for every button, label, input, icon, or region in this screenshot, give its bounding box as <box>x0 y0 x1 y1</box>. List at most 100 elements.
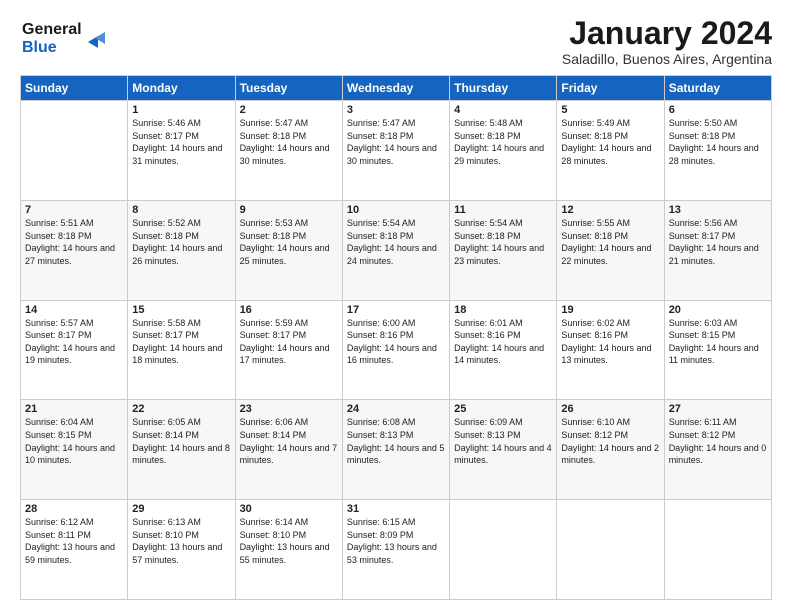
day-info: Sunrise: 6:05 AMSunset: 8:14 PMDaylight:… <box>132 416 230 466</box>
day-info: Sunrise: 5:50 AMSunset: 8:18 PMDaylight:… <box>669 117 767 167</box>
week-row-2: 14Sunrise: 5:57 AMSunset: 8:17 PMDayligh… <box>21 300 772 400</box>
day-number: 28 <box>25 503 123 515</box>
week-row-1: 7Sunrise: 5:51 AMSunset: 8:18 PMDaylight… <box>21 200 772 300</box>
day-number: 25 <box>454 403 552 415</box>
day-info: Sunrise: 5:53 AMSunset: 8:18 PMDaylight:… <box>240 217 338 267</box>
day-info: Sunrise: 5:57 AMSunset: 8:17 PMDaylight:… <box>25 317 123 367</box>
main-title: January 2024 <box>562 16 772 51</box>
day-info: Sunrise: 6:13 AMSunset: 8:10 PMDaylight:… <box>132 516 230 566</box>
day-number: 1 <box>132 104 230 116</box>
day-number: 24 <box>347 403 445 415</box>
calendar-cell <box>450 500 557 600</box>
day-info: Sunrise: 6:10 AMSunset: 8:12 PMDaylight:… <box>561 416 659 466</box>
calendar-cell: 3Sunrise: 5:47 AMSunset: 8:18 PMDaylight… <box>342 101 449 201</box>
day-number: 2 <box>240 104 338 116</box>
calendar-cell: 23Sunrise: 6:06 AMSunset: 8:14 PMDayligh… <box>235 400 342 500</box>
header-cell-wednesday: Wednesday <box>342 76 449 101</box>
day-info: Sunrise: 6:03 AMSunset: 8:15 PMDaylight:… <box>669 317 767 367</box>
calendar: SundayMondayTuesdayWednesdayThursdayFrid… <box>20 75 772 600</box>
day-number: 3 <box>347 104 445 116</box>
calendar-cell: 24Sunrise: 6:08 AMSunset: 8:13 PMDayligh… <box>342 400 449 500</box>
calendar-cell: 6Sunrise: 5:50 AMSunset: 8:18 PMDaylight… <box>664 101 771 201</box>
calendar-cell: 25Sunrise: 6:09 AMSunset: 8:13 PMDayligh… <box>450 400 557 500</box>
day-number: 4 <box>454 104 552 116</box>
calendar-cell: 13Sunrise: 5:56 AMSunset: 8:17 PMDayligh… <box>664 200 771 300</box>
calendar-cell: 22Sunrise: 6:05 AMSunset: 8:14 PMDayligh… <box>128 400 235 500</box>
title-block: January 2024 Saladillo, Buenos Aires, Ar… <box>562 16 772 67</box>
day-info: Sunrise: 5:59 AMSunset: 8:17 PMDaylight:… <box>240 317 338 367</box>
calendar-cell: 14Sunrise: 5:57 AMSunset: 8:17 PMDayligh… <box>21 300 128 400</box>
week-row-3: 21Sunrise: 6:04 AMSunset: 8:15 PMDayligh… <box>21 400 772 500</box>
calendar-cell: 19Sunrise: 6:02 AMSunset: 8:16 PMDayligh… <box>557 300 664 400</box>
calendar-cell: 18Sunrise: 6:01 AMSunset: 8:16 PMDayligh… <box>450 300 557 400</box>
day-info: Sunrise: 6:01 AMSunset: 8:16 PMDaylight:… <box>454 317 552 367</box>
calendar-cell: 10Sunrise: 5:54 AMSunset: 8:18 PMDayligh… <box>342 200 449 300</box>
calendar-cell: 2Sunrise: 5:47 AMSunset: 8:18 PMDaylight… <box>235 101 342 201</box>
day-number: 10 <box>347 204 445 216</box>
calendar-cell: 26Sunrise: 6:10 AMSunset: 8:12 PMDayligh… <box>557 400 664 500</box>
day-info: Sunrise: 6:12 AMSunset: 8:11 PMDaylight:… <box>25 516 123 566</box>
day-number: 30 <box>240 503 338 515</box>
week-row-4: 28Sunrise: 6:12 AMSunset: 8:11 PMDayligh… <box>21 500 772 600</box>
subtitle: Saladillo, Buenos Aires, Argentina <box>562 51 772 67</box>
day-number: 12 <box>561 204 659 216</box>
day-number: 27 <box>669 403 767 415</box>
calendar-cell: 4Sunrise: 5:48 AMSunset: 8:18 PMDaylight… <box>450 101 557 201</box>
calendar-cell: 9Sunrise: 5:53 AMSunset: 8:18 PMDaylight… <box>235 200 342 300</box>
day-number: 15 <box>132 304 230 316</box>
day-info: Sunrise: 6:04 AMSunset: 8:15 PMDaylight:… <box>25 416 123 466</box>
header-cell-thursday: Thursday <box>450 76 557 101</box>
calendar-cell: 21Sunrise: 6:04 AMSunset: 8:15 PMDayligh… <box>21 400 128 500</box>
day-number: 26 <box>561 403 659 415</box>
day-info: Sunrise: 6:08 AMSunset: 8:13 PMDaylight:… <box>347 416 445 466</box>
day-info: Sunrise: 5:58 AMSunset: 8:17 PMDaylight:… <box>132 317 230 367</box>
calendar-cell: 17Sunrise: 6:00 AMSunset: 8:16 PMDayligh… <box>342 300 449 400</box>
day-number: 13 <box>669 204 767 216</box>
day-number: 14 <box>25 304 123 316</box>
day-info: Sunrise: 6:14 AMSunset: 8:10 PMDaylight:… <box>240 516 338 566</box>
svg-text:Blue: Blue <box>22 39 57 56</box>
logo: General Blue <box>20 16 110 60</box>
calendar-cell: 31Sunrise: 6:15 AMSunset: 8:09 PMDayligh… <box>342 500 449 600</box>
day-info: Sunrise: 5:49 AMSunset: 8:18 PMDaylight:… <box>561 117 659 167</box>
calendar-cell <box>21 101 128 201</box>
day-info: Sunrise: 5:55 AMSunset: 8:18 PMDaylight:… <box>561 217 659 267</box>
day-number: 17 <box>347 304 445 316</box>
calendar-cell <box>664 500 771 600</box>
day-number: 31 <box>347 503 445 515</box>
header-row: SundayMondayTuesdayWednesdayThursdayFrid… <box>21 76 772 101</box>
calendar-cell: 1Sunrise: 5:46 AMSunset: 8:17 PMDaylight… <box>128 101 235 201</box>
day-number: 6 <box>669 104 767 116</box>
logo-svg: General Blue <box>20 16 110 60</box>
calendar-cell: 20Sunrise: 6:03 AMSunset: 8:15 PMDayligh… <box>664 300 771 400</box>
day-info: Sunrise: 5:56 AMSunset: 8:17 PMDaylight:… <box>669 217 767 267</box>
day-number: 23 <box>240 403 338 415</box>
day-info: Sunrise: 5:54 AMSunset: 8:18 PMDaylight:… <box>454 217 552 267</box>
day-info: Sunrise: 6:15 AMSunset: 8:09 PMDaylight:… <box>347 516 445 566</box>
day-number: 7 <box>25 204 123 216</box>
calendar-body: 1Sunrise: 5:46 AMSunset: 8:17 PMDaylight… <box>21 101 772 600</box>
day-number: 18 <box>454 304 552 316</box>
calendar-cell: 15Sunrise: 5:58 AMSunset: 8:17 PMDayligh… <box>128 300 235 400</box>
header: General Blue January 2024 Saladillo, Bue… <box>20 16 772 67</box>
day-number: 21 <box>25 403 123 415</box>
day-info: Sunrise: 5:47 AMSunset: 8:18 PMDaylight:… <box>240 117 338 167</box>
day-info: Sunrise: 5:46 AMSunset: 8:17 PMDaylight:… <box>132 117 230 167</box>
day-info: Sunrise: 6:02 AMSunset: 8:16 PMDaylight:… <box>561 317 659 367</box>
day-number: 5 <box>561 104 659 116</box>
day-info: Sunrise: 5:54 AMSunset: 8:18 PMDaylight:… <box>347 217 445 267</box>
day-number: 29 <box>132 503 230 515</box>
calendar-table: SundayMondayTuesdayWednesdayThursdayFrid… <box>20 75 772 600</box>
calendar-cell: 28Sunrise: 6:12 AMSunset: 8:11 PMDayligh… <box>21 500 128 600</box>
day-info: Sunrise: 6:11 AMSunset: 8:12 PMDaylight:… <box>669 416 767 466</box>
day-number: 8 <box>132 204 230 216</box>
calendar-cell: 8Sunrise: 5:52 AMSunset: 8:18 PMDaylight… <box>128 200 235 300</box>
day-info: Sunrise: 5:52 AMSunset: 8:18 PMDaylight:… <box>132 217 230 267</box>
header-cell-monday: Monday <box>128 76 235 101</box>
calendar-cell: 11Sunrise: 5:54 AMSunset: 8:18 PMDayligh… <box>450 200 557 300</box>
svg-text:General: General <box>22 21 82 38</box>
page: General Blue January 2024 Saladillo, Bue… <box>0 0 792 612</box>
calendar-cell: 12Sunrise: 5:55 AMSunset: 8:18 PMDayligh… <box>557 200 664 300</box>
day-number: 22 <box>132 403 230 415</box>
day-number: 19 <box>561 304 659 316</box>
